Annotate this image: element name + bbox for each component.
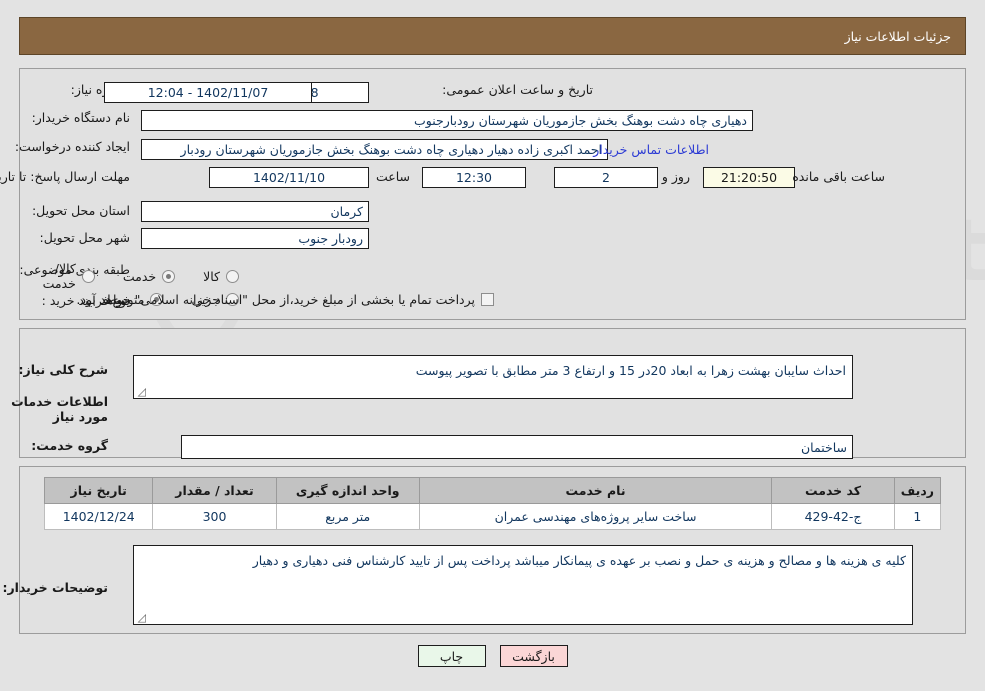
announce-datetime-row: تاریخ و ساعت اعلان عمومی: <box>442 82 593 97</box>
need-description-textarea[interactable]: احداث سایبان بهشت زهرا به ابعاد 20در 15 … <box>133 355 853 399</box>
deadline-hour-label: ساعت <box>375 169 410 184</box>
deadline-date-value: 1402/11/10 <box>209 167 369 188</box>
deadline-row: مهلت ارسال پاسخ: تا تاریخ: <box>0 168 130 186</box>
radio-kala-khedmat-icon[interactable] <box>81 269 95 283</box>
category-option-khedmat[interactable]: خدمت <box>123 269 181 284</box>
col-service-code: کد خدمت <box>771 477 895 504</box>
cell-service-name: ساخت سایر پروژه‌های مهندسی عمران <box>418 503 773 530</box>
cell-service-code: ج-42-429 <box>771 503 895 530</box>
buyer-notes-textarea[interactable]: کلیه ی هزینه ها و مصالح و هزینه ی حمل و … <box>133 545 913 625</box>
cell-unit: متر مربع <box>275 503 420 530</box>
category-option-kala-khedmat-label: کالا/خدمت <box>42 261 76 291</box>
deadline-label: مهلت ارسال پاسخ: تا تاریخ: <box>0 169 130 184</box>
announce-datetime-label: تاریخ و ساعت اعلان عمومی: <box>442 82 593 97</box>
province-label: استان محل تحویل: <box>31 203 130 218</box>
need-description-value: احداث سایبان بهشت زهرا به ابعاد 20در 15 … <box>415 363 846 378</box>
requester-value: احمد اکبری زاده دهیار دهیاری چاه دشت بوه… <box>141 139 608 160</box>
category-option-kala[interactable]: کالا <box>203 269 245 284</box>
countdown-label: ساعت باقی مانده <box>792 169 885 184</box>
need-description-label: شرح کلی نیاز: <box>18 362 108 377</box>
page-root: جزئیات اطلاعات نیاز AriaTender.net شماره… <box>0 0 985 691</box>
requester-row: ایجاد کننده درخواست: <box>15 139 130 154</box>
col-need-date: تاریخ نیاز <box>43 477 154 504</box>
page-title: جزئیات اطلاعات نیاز <box>844 28 951 44</box>
treasury-checkbox-row[interactable]: پرداخت تمام یا بخشی از مبلغ خرید،از محل … <box>76 292 500 307</box>
deadline-days-value: 2 <box>554 167 658 188</box>
print-button[interactable]: چاپ <box>417 645 486 667</box>
services-section-heading: اطلاعات خدمات مورد نیاز <box>11 394 108 424</box>
buyer-notes-resize-grip-icon[interactable]: ◿ <box>136 612 146 623</box>
province-row: استان محل تحویل: <box>32 203 130 218</box>
buyer-org-label: نام دستگاه خریدار: <box>31 110 130 125</box>
radio-kala-icon[interactable] <box>226 269 239 283</box>
treasury-checkbox-icon[interactable] <box>481 293 494 306</box>
col-index: ردیف <box>893 477 942 504</box>
countdown-value: 21:20:50 <box>703 167 795 188</box>
service-group-label: گروه خدمت: <box>31 438 108 453</box>
buyer-notes-value: کلیه ی هزینه ها و مصالح و هزینه ی حمل و … <box>252 553 906 568</box>
city-value: رودبار جنوب <box>141 228 369 249</box>
buyer-notes-row: توضیحات خریدار: <box>2 580 108 595</box>
buyer-org-row: نام دستگاه خریدار: <box>32 110 130 125</box>
city-row: شهر محل تحویل: <box>40 230 130 245</box>
service-group-value: ساختمان <box>181 435 853 459</box>
back-button[interactable]: بازگشت <box>499 645 568 667</box>
col-unit: واحد اندازه گیری <box>275 477 420 504</box>
buyer-notes-label: توضیحات خریدار: <box>2 580 108 595</box>
cell-index: 1 <box>893 503 942 530</box>
buyer-contact-link[interactable]: اطلاعات تماس خریدار <box>593 142 709 157</box>
cell-quantity: 300 <box>152 503 277 530</box>
services-table: ردیف کد خدمت نام خدمت واحد اندازه گیری ت… <box>43 477 942 530</box>
table-header-row: ردیف کد خدمت نام خدمت واحد اندازه گیری ت… <box>43 477 942 504</box>
footer-button-bar: بازگشت چاپ <box>0 645 985 667</box>
category-option-khedmat-label: خدمت <box>122 268 157 284</box>
deadline-hour-value: 12:30 <box>422 167 526 188</box>
col-service-name: نام خدمت <box>418 477 773 504</box>
cell-need-date: 1402/12/24 <box>43 503 154 530</box>
service-group-row: گروه خدمت: <box>31 438 108 453</box>
col-quantity: تعداد / مقدار <box>152 477 277 504</box>
province-value: کرمان <box>141 201 369 222</box>
category-radio-group: کالا خدمت کالا/خدمت <box>0 261 245 291</box>
announce-datetime-value: 1402/11/07 - 12:04 <box>104 82 312 103</box>
deadline-days-label: روز و <box>661 169 690 184</box>
radio-khedmat-icon[interactable] <box>162 269 176 283</box>
table-row: 1 ج-42-429 ساخت سایر پروژه‌های مهندسی عم… <box>43 503 942 530</box>
requester-label: ایجاد کننده درخواست: <box>14 139 130 154</box>
category-option-kala-label: کالا <box>203 268 220 284</box>
need-description-row: شرح کلی نیاز: <box>19 362 108 377</box>
buyer-org-value: دهیاری چاه دشت بوهنگ بخش جازموریان شهرست… <box>141 110 753 131</box>
category-option-kala-khedmat[interactable]: کالا/خدمت <box>22 261 101 291</box>
resize-grip-icon[interactable]: ◿ <box>136 386 146 397</box>
treasury-checkbox-label: پرداخت تمام یا بخشی از مبلغ خرید،از محل … <box>76 292 475 307</box>
page-header-bar: جزئیات اطلاعات نیاز <box>19 17 966 55</box>
city-label: شهر محل تحویل: <box>39 230 130 245</box>
